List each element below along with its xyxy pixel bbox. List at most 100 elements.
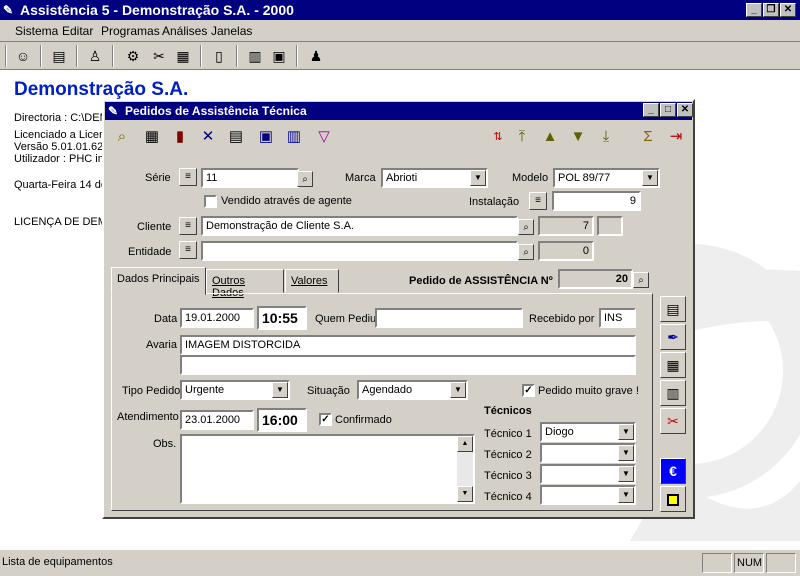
chevron-down-icon[interactable]: ▼ [618, 424, 634, 440]
quem-pediu-field[interactable] [375, 308, 523, 328]
summary-icon[interactable]: Σ [636, 125, 660, 149]
marca-value: Abrioti [386, 172, 418, 184]
tab-dados-principais[interactable]: Dados Principais [111, 267, 206, 295]
book-icon[interactable]: ▮ [168, 125, 192, 149]
marca-select[interactable]: Abrioti ▼ [381, 168, 488, 188]
tab-outros-dados[interactable]: Outros Dados [206, 269, 284, 299]
delete-icon[interactable]: ✕ [196, 125, 220, 149]
close-button[interactable]: ✕ [780, 3, 796, 17]
tecnico-4-select[interactable]: ▼ [540, 485, 636, 505]
app-titlebar: ✎ Assistência 5 - Demonstração S.A. - 20… [0, 0, 800, 20]
printer-icon[interactable]: ▤ [660, 296, 686, 322]
table-icon[interactable]: ▣ [254, 125, 278, 149]
chevron-down-icon[interactable]: ▼ [272, 382, 288, 398]
euro-icon[interactable]: € [660, 458, 686, 484]
entidade-label: Entidade [128, 246, 172, 258]
entidade-field[interactable] [201, 241, 518, 261]
serie-list-button[interactable]: ≡ [179, 168, 197, 186]
obs-textarea[interactable]: ▲ ▼ [180, 434, 475, 504]
first-record-icon[interactable]: ⤒ [510, 125, 534, 149]
modelo-select[interactable]: POL 89/77 ▼ [553, 168, 660, 188]
menu-janelas[interactable]: Janelas [211, 24, 252, 38]
filter-icon[interactable]: ▽ [312, 125, 336, 149]
tipo-pedido-select[interactable]: Urgente ▼ [180, 380, 290, 400]
person-icon[interactable]: ♟ [305, 45, 327, 67]
cabinet-icon[interactable]: ▥ [660, 380, 686, 406]
tools-icon[interactable]: ⚙ [122, 45, 144, 67]
tab-valores[interactable]: Valores [285, 269, 339, 293]
cliente-extra [597, 216, 623, 236]
next-record-icon[interactable]: ▼ [566, 125, 590, 149]
avaria-field[interactable]: IMAGEM DISTORCIDA [180, 335, 636, 355]
previous-record-icon[interactable]: ▲ [538, 125, 562, 149]
instalacao-label: Instalação [469, 196, 520, 208]
cliente-field[interactable]: Demonstração de Cliente S.A. [201, 216, 518, 236]
entidade-search-button[interactable]: ⌕ [518, 244, 534, 260]
serie-search-button[interactable]: ⌕ [297, 171, 313, 187]
smiley-icon[interactable]: ☺ [12, 45, 34, 67]
serie-field[interactable]: 11 [201, 168, 299, 188]
chevron-down-icon[interactable]: ▼ [642, 170, 658, 186]
instalacao-field[interactable]: 9 [552, 191, 641, 211]
user-icon[interactable]: ♙ [84, 45, 106, 67]
calculator-icon[interactable]: ▦ [140, 125, 164, 149]
menu-editar[interactable]: Editar [62, 24, 93, 38]
pen-icon[interactable]: ✒ [660, 324, 686, 350]
sort-icon[interactable]: ⇅ [486, 125, 510, 149]
hora-field[interactable]: 10:55 [257, 306, 307, 330]
list-icon[interactable]: ▣ [268, 45, 290, 67]
chevron-down-icon[interactable]: ▼ [618, 466, 634, 482]
status-num: NUM [734, 553, 764, 573]
instalacao-list-button[interactable]: ≡ [529, 192, 547, 210]
printer-icon[interactable]: ▤ [48, 45, 70, 67]
atendimento-hora-field[interactable]: 16:00 [257, 408, 307, 432]
last-record-icon[interactable]: ⤓ [594, 125, 618, 149]
recebido-field[interactable]: INS [599, 308, 636, 328]
chevron-down-icon[interactable]: ▼ [618, 487, 634, 503]
document-icon[interactable]: ▦ [172, 45, 194, 67]
data-field[interactable]: 19.01.2000 [180, 308, 254, 328]
print-icon[interactable]: ▤ [224, 125, 248, 149]
book-icon[interactable]: ▯ [208, 45, 230, 67]
obs-scrollbar[interactable]: ▲ ▼ [457, 436, 473, 502]
tecnico-2-select[interactable]: ▼ [540, 443, 636, 463]
scroll-up-icon[interactable]: ▲ [457, 436, 473, 452]
toolbar-separator [200, 45, 202, 67]
cliente-search-button[interactable]: ⌕ [518, 219, 534, 235]
chevron-down-icon[interactable]: ▼ [450, 382, 466, 398]
tools-icon[interactable]: ✂ [660, 408, 686, 434]
document-icon[interactable]: ▦ [660, 352, 686, 378]
tipo-pedido-label: Tipo Pedido [122, 385, 181, 397]
tecnico-3-select[interactable]: ▼ [540, 464, 636, 484]
menu-analises[interactable]: Análises [162, 24, 207, 38]
pedido-search-button[interactable]: ⌕ [633, 272, 649, 288]
minimize-button[interactable]: _ [746, 3, 762, 17]
situacao-select[interactable]: Agendado ▼ [357, 380, 468, 400]
chevron-down-icon[interactable]: ▼ [470, 170, 486, 186]
toolbar-separator [236, 45, 238, 67]
dialog-close-button[interactable]: ✕ [677, 103, 693, 117]
restore-button[interactable]: ❐ [763, 3, 779, 17]
confirmado-checkbox[interactable]: ✓ [319, 413, 332, 426]
vendido-checkbox[interactable] [204, 195, 217, 208]
tecnico-1-select[interactable]: Diogo ▼ [540, 422, 636, 442]
menu-sistema[interactable]: Sistema [15, 24, 58, 38]
pedido-grave-checkbox[interactable]: ✓ [522, 384, 535, 397]
cliente-list-button[interactable]: ≡ [179, 217, 197, 235]
scroll-down-icon[interactable]: ▼ [457, 486, 473, 502]
yellow-square-icon[interactable] [660, 486, 686, 512]
repair-icon[interactable]: ✂ [148, 45, 170, 67]
export-icon[interactable]: ▥ [282, 125, 306, 149]
barcode-icon[interactable]: ▥ [244, 45, 266, 67]
modelo-value: POL 89/77 [558, 172, 611, 184]
chevron-down-icon[interactable]: ▼ [618, 445, 634, 461]
dialog-minimize-button[interactable]: _ [643, 103, 659, 117]
dialog-titlebar: ✎ Pedidos de Assistência Técnica _ □ ✕ [105, 102, 693, 120]
menu-programas[interactable]: Programas [101, 24, 160, 38]
dialog-maximize-button[interactable]: □ [660, 103, 676, 117]
entidade-list-button[interactable]: ≡ [179, 241, 197, 259]
search-icon[interactable]: ⌕ [110, 125, 134, 149]
exit-icon[interactable]: ⇥ [664, 125, 688, 149]
avaria-field-line2[interactable] [180, 355, 636, 375]
atendimento-field[interactable]: 23.01.2000 [180, 410, 254, 430]
